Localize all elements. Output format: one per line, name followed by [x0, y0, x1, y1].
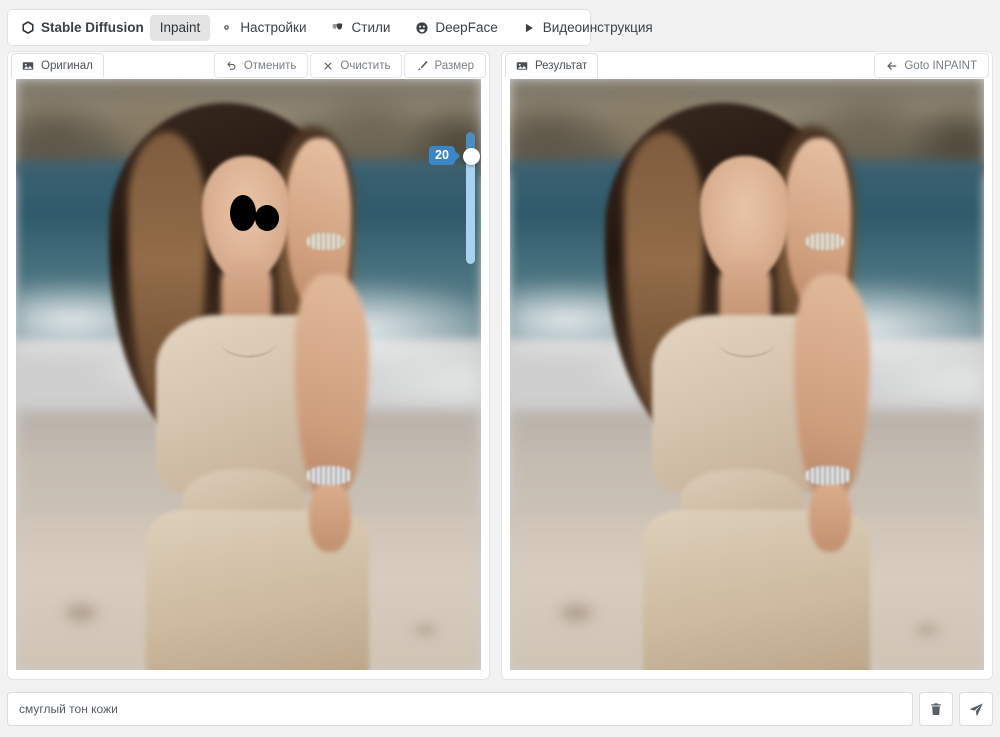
- clear-label: Очистить: [340, 60, 390, 72]
- photo-woman-figure: [510, 79, 984, 670]
- brand-stable-diffusion[interactable]: Stable Diffusion: [12, 15, 150, 40]
- nav-item-deepface[interactable]: DeepFace: [405, 15, 506, 40]
- figure-necklace: [221, 327, 277, 357]
- photo-woman-figure: [16, 79, 481, 670]
- tab-original[interactable]: Оригинал: [11, 53, 104, 78]
- inpaint-mask-stroke: [230, 195, 256, 232]
- original-canvas[interactable]: [16, 79, 481, 670]
- send-prompt-button[interactable]: [959, 692, 993, 726]
- tab-original-label: Оригинал: [41, 60, 93, 72]
- result-canvas[interactable]: [510, 79, 984, 670]
- send-icon: [969, 702, 984, 717]
- right-panel-actions: Goto INPAINT: [874, 52, 989, 78]
- nav-item-video-instruction[interactable]: Видеоинструкция: [513, 15, 662, 40]
- right-panel-toolbar: Результат Goto INPAINT: [502, 52, 992, 79]
- tab-result-label: Результат: [535, 60, 587, 72]
- original-photo: [16, 79, 481, 670]
- slider-thumb[interactable]: [463, 148, 480, 165]
- figure-watch: [307, 233, 344, 251]
- original-image-panel: Оригинал Отменить Очистить Размер: [7, 51, 490, 680]
- result-image-panel: Результат Goto INPAINT: [501, 51, 993, 680]
- brush-icon: [416, 60, 428, 72]
- figure-hand: [309, 481, 351, 552]
- play-icon: [522, 20, 537, 35]
- nav-item-inpaint[interactable]: Inpaint: [150, 15, 211, 41]
- tab-result[interactable]: Результат: [505, 53, 598, 78]
- figure-watch: [806, 233, 844, 251]
- brush-size-button[interactable]: Размер: [404, 53, 486, 78]
- hexagon-ring-icon: [20, 20, 35, 35]
- undo-button[interactable]: Отменить: [214, 53, 309, 78]
- slider-track: [466, 150, 475, 264]
- main-navbar: Stable Diffusion Inpaint Настройки Стили…: [7, 9, 591, 46]
- close-icon: [322, 60, 334, 72]
- left-panel-actions: Отменить Очистить Размер: [214, 52, 486, 78]
- image-icon: [20, 58, 35, 73]
- goto-inpaint-label: Goto INPAINT: [904, 60, 977, 72]
- slider-value-badge: 20: [429, 146, 455, 165]
- nav-item-label-inpaint: Inpaint: [160, 20, 201, 35]
- figure-hand: [809, 481, 852, 552]
- trash-icon: [929, 702, 944, 717]
- figure-bracelet: [806, 466, 851, 485]
- nav-item-settings[interactable]: Настройки: [210, 15, 315, 40]
- nav-item-label-video: Видеоинструкция: [543, 20, 653, 35]
- figure-necklace: [719, 327, 776, 357]
- nav-item-label-styles: Стили: [352, 20, 391, 35]
- goto-inpaint-button[interactable]: Goto INPAINT: [874, 53, 989, 78]
- figure-bracelet: [307, 466, 351, 485]
- brush-size-slider[interactable]: 20: [463, 132, 477, 264]
- prompt-input[interactable]: [7, 692, 913, 726]
- undo-label: Отменить: [244, 60, 297, 72]
- masks-icon: [331, 20, 346, 35]
- undo-icon: [226, 60, 238, 72]
- arrow-left-icon: [886, 60, 898, 72]
- smiley-icon: [414, 20, 429, 35]
- nav-item-label-deepface: DeepFace: [435, 20, 497, 35]
- prompt-bar: [7, 690, 993, 728]
- nav-item-label-settings: Настройки: [240, 20, 306, 35]
- gear-icon: [219, 20, 234, 35]
- nav-item-styles[interactable]: Стили: [322, 15, 400, 40]
- clear-button[interactable]: Очистить: [310, 53, 402, 78]
- brush-size-label: Размер: [434, 60, 474, 72]
- left-panel-toolbar: Оригинал Отменить Очистить Размер: [8, 52, 489, 79]
- brand-label: Stable Diffusion: [41, 20, 144, 35]
- result-photo: [510, 79, 984, 670]
- clear-prompt-button[interactable]: [919, 692, 953, 726]
- image-icon: [514, 58, 529, 73]
